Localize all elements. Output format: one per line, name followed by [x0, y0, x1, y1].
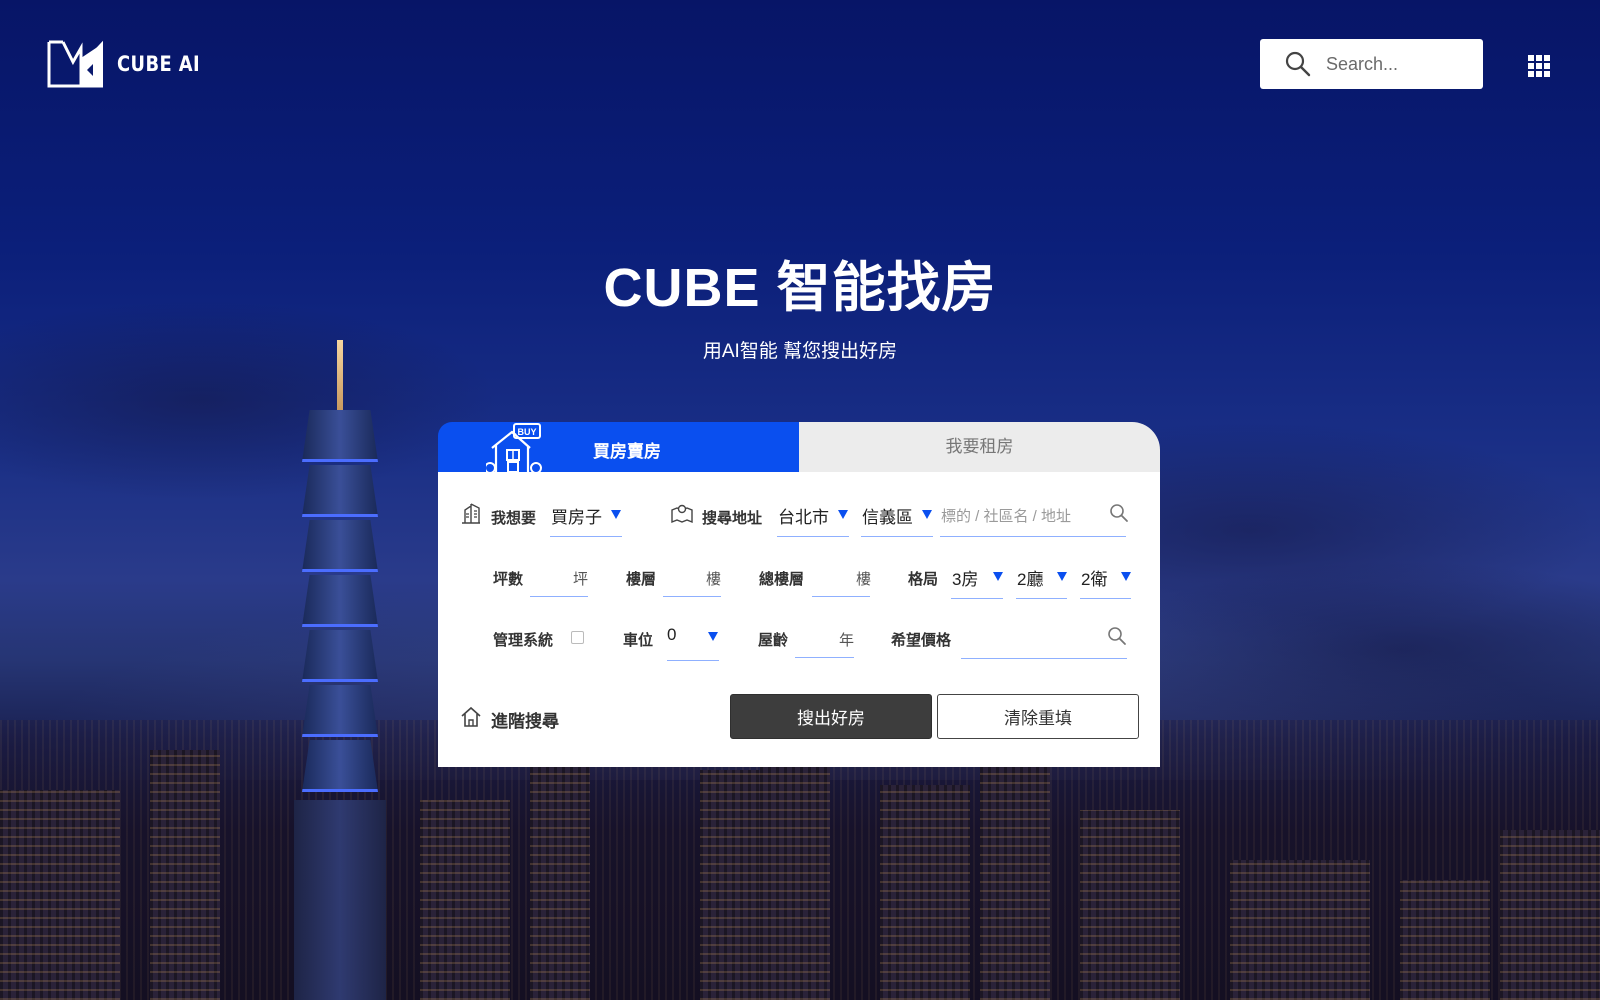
- parking-caret-icon[interactable]: [708, 632, 718, 641]
- hero-title: CUBE 智能找房: [603, 258, 997, 318]
- management-checkbox[interactable]: [571, 631, 584, 644]
- halls-select-value[interactable]: 2廳: [1017, 565, 1043, 590]
- total-floors-input[interactable]: [812, 596, 870, 597]
- brand-name: CUBE AI: [117, 52, 201, 76]
- age-input[interactable]: [795, 657, 854, 658]
- rooms-caret-icon[interactable]: [993, 572, 1003, 581]
- want-caret-icon[interactable]: [611, 510, 621, 519]
- search-icon: [1285, 51, 1311, 77]
- layout-label: 格局: [908, 571, 939, 588]
- home-outline-icon: [461, 706, 481, 727]
- age-label: 屋齡: [758, 632, 789, 649]
- district-underline: [861, 536, 933, 537]
- buy-house-icon: BUY: [486, 423, 542, 472]
- clear-form-button[interactable]: 清除重填: [937, 694, 1139, 739]
- apps-grid-icon[interactable]: [1528, 55, 1550, 77]
- tab-buy-sell-label: 買房賣房: [593, 442, 661, 461]
- floor-input[interactable]: [663, 596, 721, 597]
- area-unit: 坪: [573, 571, 589, 588]
- want-select-value[interactable]: 買房子: [551, 503, 602, 528]
- management-label: 管理系統: [493, 632, 554, 649]
- address-search-icon[interactable]: [1109, 503, 1129, 523]
- age-unit: 年: [839, 632, 855, 649]
- tab-rent[interactable]: 我要租房: [799, 422, 1160, 472]
- parking-label: 車位: [623, 632, 654, 649]
- baths-select-value[interactable]: 2衛: [1081, 565, 1107, 590]
- tab-buy-sell[interactable]: BUY 買房賣房: [438, 422, 799, 472]
- map-icon: [671, 504, 693, 524]
- building-icon: [462, 503, 480, 524]
- search-tabs: BUY 買房賣房 我要租房: [438, 422, 1160, 472]
- city-select-value[interactable]: 台北市: [778, 503, 829, 528]
- district-select-value[interactable]: 信義區: [862, 503, 913, 528]
- price-search-icon[interactable]: [1107, 626, 1127, 646]
- parking-select-value[interactable]: 0: [667, 625, 676, 645]
- area-label: 坪數: [493, 571, 524, 588]
- floor-unit: 樓: [706, 571, 722, 588]
- search-submit-button[interactable]: 搜出好房: [730, 694, 932, 739]
- area-input[interactable]: [530, 596, 588, 597]
- price-label: 希望價格: [891, 632, 952, 649]
- price-input[interactable]: [961, 658, 1127, 659]
- halls-caret-icon[interactable]: [1057, 572, 1067, 581]
- address-label: 搜尋地址: [702, 510, 763, 527]
- tab-rent-label: 我要租房: [945, 437, 1014, 456]
- halls-underline: [1016, 598, 1067, 599]
- brand-logo[interactable]: CUBE AI: [47, 40, 215, 88]
- rooms-select-value[interactable]: 3房: [952, 565, 978, 590]
- hero-subtitle: 用AI智能 幫您搜出好房: [702, 341, 898, 362]
- want-underline: [550, 536, 622, 537]
- city-underline: [777, 536, 849, 537]
- total-floors-unit: 樓: [856, 571, 872, 588]
- header-search[interactable]: [1260, 39, 1483, 89]
- search-form: 我想要 買房子 搜尋地址 台北市 信義區 標的 / 社區名 / 地址 坪數 坪 …: [438, 472, 1160, 767]
- baths-underline: [1080, 598, 1131, 599]
- property-search-panel: BUY 買房賣房 我要租房 我想要 買房子 搜尋地址 台北市 信義區 標的 / …: [438, 422, 1160, 767]
- baths-caret-icon[interactable]: [1121, 572, 1131, 581]
- address-underline: [940, 536, 1126, 537]
- search-input[interactable]: [1326, 53, 1466, 75]
- total-floors-label: 總樓層: [759, 571, 805, 588]
- rooms-underline: [951, 598, 1003, 599]
- taipei-101-tower: [290, 340, 390, 1000]
- parking-underline: [667, 660, 719, 661]
- cube-logo-icon: [47, 40, 103, 88]
- advanced-search-link[interactable]: 進階搜尋: [491, 707, 559, 732]
- floor-label: 樓層: [626, 571, 657, 588]
- district-caret-icon[interactable]: [922, 510, 932, 519]
- address-input[interactable]: 標的 / 社區名 / 地址: [941, 505, 1071, 526]
- want-label: 我想要: [491, 510, 537, 527]
- city-caret-icon[interactable]: [838, 510, 848, 519]
- buy-badge-text: BUY: [517, 427, 536, 437]
